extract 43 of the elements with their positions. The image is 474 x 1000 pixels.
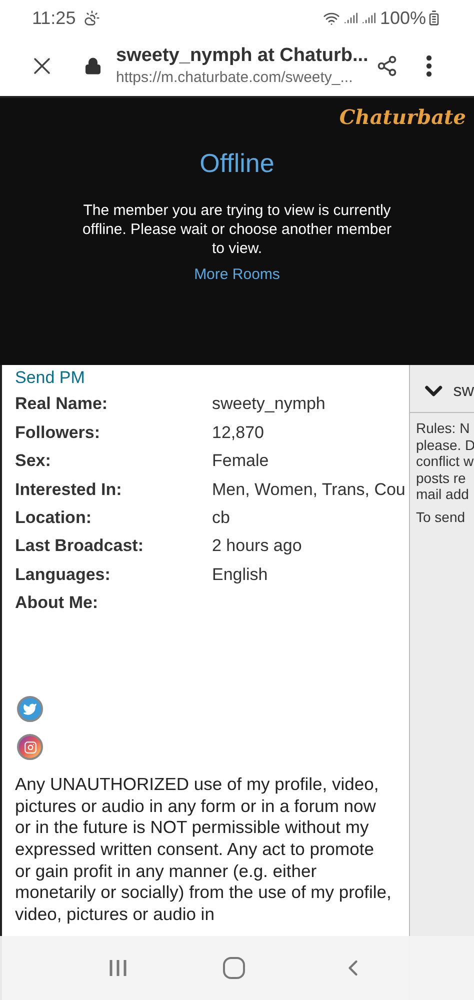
field-label: Sex: bbox=[15, 450, 52, 472]
signal-icon bbox=[344, 11, 358, 25]
field-label: Real Name: bbox=[15, 393, 109, 416]
share-button[interactable] bbox=[376, 55, 398, 77]
page-title: sweety_nymph at Chaturb... bbox=[116, 44, 366, 68]
rules-text: mail add bbox=[416, 486, 470, 502]
field-value: cb bbox=[212, 507, 230, 529]
field-label: Location: bbox=[15, 507, 92, 529]
home-icon[interactable] bbox=[222, 957, 245, 979]
more-menu-button[interactable] bbox=[426, 55, 432, 77]
field-label: Languages: bbox=[15, 564, 112, 586]
url-text[interactable]: https://m.chaturbate.com/sweety_... bbox=[116, 68, 366, 88]
field-value: Men, Women, Trans, Cou bbox=[212, 478, 406, 501]
field-value: 12,870 bbox=[212, 422, 264, 444]
send-tip-text: To send bbox=[416, 508, 466, 525]
offline-heading: Offline bbox=[200, 147, 274, 180]
weather-icon bbox=[84, 10, 100, 26]
field-value: sweety_nymph bbox=[212, 393, 326, 416]
field-label: About Me: bbox=[15, 592, 100, 614]
field-label: Last Broadcast: bbox=[15, 535, 144, 558]
send-pm-link[interactable]: Send PM bbox=[15, 366, 409, 390]
share-icon bbox=[376, 55, 398, 77]
field-value: Female bbox=[212, 450, 269, 472]
more-rooms-link[interactable]: More Rooms bbox=[194, 264, 280, 286]
instagram-icon[interactable] bbox=[17, 734, 43, 760]
recent-apps-icon[interactable] bbox=[108, 959, 128, 977]
chat-tab-title[interactable]: sw bbox=[453, 378, 474, 404]
lock-icon bbox=[84, 57, 102, 75]
rules-text: Rules: N bbox=[416, 420, 471, 436]
signal-icon bbox=[362, 11, 376, 25]
twitter-icon[interactable] bbox=[17, 696, 43, 722]
offline-message: The member you are trying to view is currently offline. Please wait or choose another member to view. bbox=[81, 201, 393, 258]
site-logo[interactable]: Chaturbate bbox=[339, 105, 466, 129]
field-label: Followers: bbox=[15, 422, 102, 444]
more-icon bbox=[426, 55, 432, 77]
rules-text: posts re bbox=[416, 470, 467, 486]
field-label: Interested In: bbox=[15, 478, 123, 501]
battery-level: 100% bbox=[380, 6, 426, 30]
clock: 11:25 bbox=[32, 6, 76, 30]
copyright-notice: Any UNAUTHORIZED use of my profile, video, pictures or audio in any form or in a forum now or in the future is NOT permissible without my expressed written consent. Any act to promote or gain profit in any manner (e.g. either monetarily or socially) from the use of my profile, video, pictures or audio in bbox=[15, 774, 392, 926]
field-value: English bbox=[212, 564, 268, 586]
rules-text: conflict w bbox=[416, 453, 474, 470]
field-value: 2 hours ago bbox=[212, 535, 302, 558]
